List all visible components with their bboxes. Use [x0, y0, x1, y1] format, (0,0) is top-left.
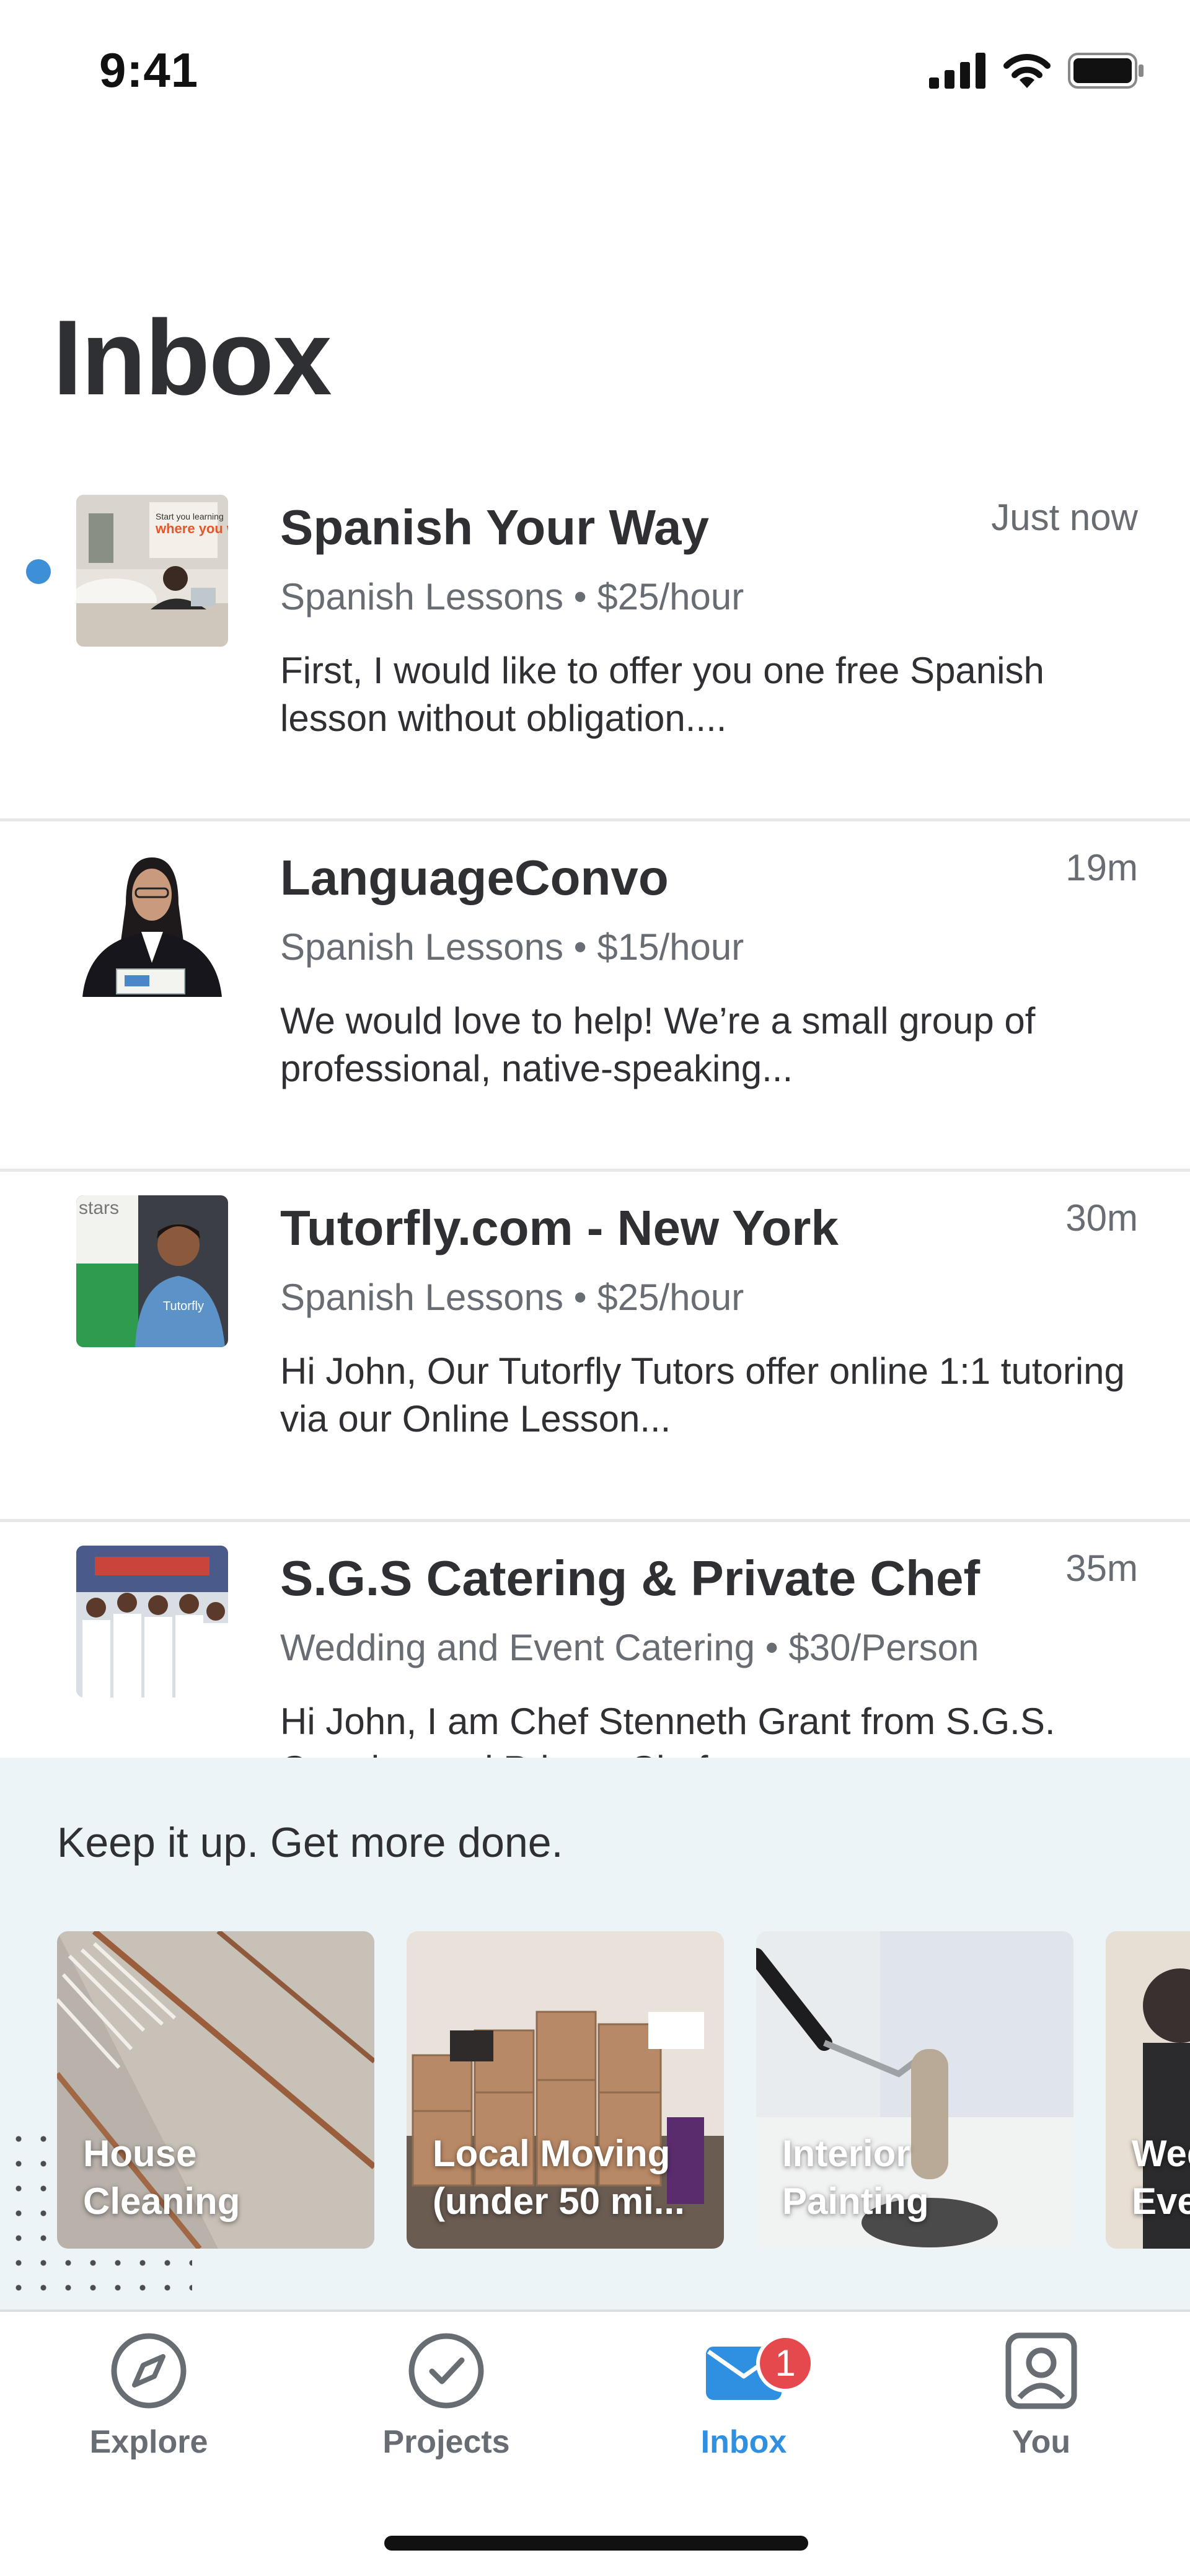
promo-section: Keep it up. Get more done. House Cleanin…	[0, 1758, 1190, 2309]
pro-avatar: stars Tutorfly	[76, 1195, 228, 1347]
service-meta: Wedding and Event Catering • $30/Person	[280, 1626, 979, 1669]
tab-label: Projects	[382, 2424, 510, 2460]
thumb-text: where you want	[155, 521, 228, 536]
pro-name: S.G.S Catering & Private Chef	[280, 1551, 981, 1606]
svg-text:Tutorfly: Tutorfly	[163, 1299, 204, 1313]
cellular-signal-icon	[929, 53, 985, 89]
svg-text:Start you learning: Start you learning	[156, 511, 224, 521]
service-price: $25/hour	[597, 1277, 744, 1318]
status-icons	[929, 52, 1145, 89]
pro-name: Spanish Your Way	[280, 500, 709, 555]
pro-avatar	[76, 1546, 228, 1697]
service-price: $30/Person	[788, 1627, 979, 1668]
message-time: 30m	[1065, 1197, 1138, 1239]
tab-you[interactable]: You	[948, 2330, 1134, 2479]
tab-label: Inbox	[700, 2424, 787, 2460]
service-card-label: Local Moving (under 50 mi...	[433, 2133, 685, 2222]
pro-name: Tutorfly.com - New York	[280, 1200, 839, 1255]
message-time: 19m	[1065, 847, 1138, 888]
message-time: Just now	[991, 497, 1138, 538]
pro-photo: stars Tutorfly	[76, 1195, 228, 1347]
meta-separator: •	[573, 576, 587, 617]
pro-photo	[76, 845, 228, 997]
message-time: 35m	[1065, 1547, 1138, 1589]
thumb-text: stars	[79, 1198, 119, 1218]
pro-avatar: Start you learning where you want	[76, 495, 228, 647]
message-row[interactable]: Start you learning where you want Spanis…	[0, 471, 1190, 821]
pro-photo	[76, 1546, 228, 1697]
promo-heading: Keep it up. Get more done.	[57, 1819, 563, 1866]
message-row[interactable]: LanguageConvo 19m Spanish Lessons • $15/…	[0, 821, 1190, 1172]
meta-separator: •	[765, 1627, 778, 1668]
compass-icon	[111, 2333, 187, 2409]
service-cards: House Cleaning Local Moving (under 50 mi…	[57, 1931, 1190, 2249]
status-time: 9:41	[99, 43, 199, 97]
service-card-label: House Cleaning	[83, 2133, 240, 2222]
pro-name: LanguageConvo	[280, 850, 669, 905]
service-name: Spanish Lessons	[280, 576, 563, 617]
service-price: $25/hour	[597, 576, 744, 617]
page-title: Inbox	[53, 298, 332, 417]
message-preview: Hi John, I am Chef Stenneth Grant from S…	[280, 1701, 1056, 1758]
meta-separator: •	[573, 1277, 587, 1318]
meta-separator: •	[573, 926, 587, 968]
pro-photo: Start you learning where you want	[76, 495, 228, 647]
battery-icon	[1068, 53, 1144, 89]
tab-projects[interactable]: Projects	[353, 2330, 539, 2479]
pro-avatar	[76, 845, 228, 997]
message-preview: We would love to help! We’re a small gro…	[280, 1000, 1036, 1089]
service-card-local-moving[interactable]: Local Moving (under 50 mi...	[407, 1931, 724, 2249]
status-bar: 9:41	[0, 0, 1190, 146]
notification-badge: 1	[756, 2334, 814, 2392]
service-price: $15/hour	[597, 926, 744, 968]
home-indicator	[384, 2536, 808, 2551]
inbox-list: Start you learning where you want Spanis…	[0, 471, 1190, 1758]
tab-inbox[interactable]: 1 Inbox	[651, 2330, 837, 2479]
service-meta: Spanish Lessons • $25/hour	[280, 1276, 744, 1319]
message-row[interactable]: S.G.S Catering & Private Chef 35m Weddin…	[0, 1522, 1190, 1758]
service-name: Spanish Lessons	[280, 926, 563, 968]
service-card-house-cleaning[interactable]: House Cleaning	[57, 1931, 374, 2249]
profile-icon	[1005, 2332, 1077, 2409]
service-card-interior-painting[interactable]: Interior Painting	[756, 1931, 1073, 2249]
unread-indicator	[26, 559, 51, 584]
message-preview: First, I would like to offer you one fre…	[280, 650, 1044, 739]
tab-explore[interactable]: Explore	[56, 2330, 242, 2479]
check-circle-icon	[408, 2333, 484, 2409]
message-row[interactable]: stars Tutorfly Tutorfly.com - New York 3…	[0, 1172, 1190, 1522]
service-meta: Spanish Lessons • $25/hour	[280, 575, 744, 618]
tab-label: Explore	[89, 2424, 208, 2460]
service-card-label: Interior Painting	[782, 2133, 929, 2222]
service-card-wedding-event[interactable]: Wedding and Event	[1106, 1931, 1190, 2249]
message-preview: Hi John, Our Tutorfly Tutors offer onlin…	[280, 1350, 1125, 1440]
tab-label: You	[1011, 2424, 1071, 2460]
wifi-icon	[1003, 54, 1051, 88]
service-name: Spanish Lessons	[280, 1277, 563, 1318]
service-meta: Spanish Lessons • $15/hour	[280, 926, 744, 968]
service-name: Wedding and Event Catering	[280, 1627, 756, 1668]
service-card-label: Wedding and Event	[1132, 2133, 1190, 2222]
